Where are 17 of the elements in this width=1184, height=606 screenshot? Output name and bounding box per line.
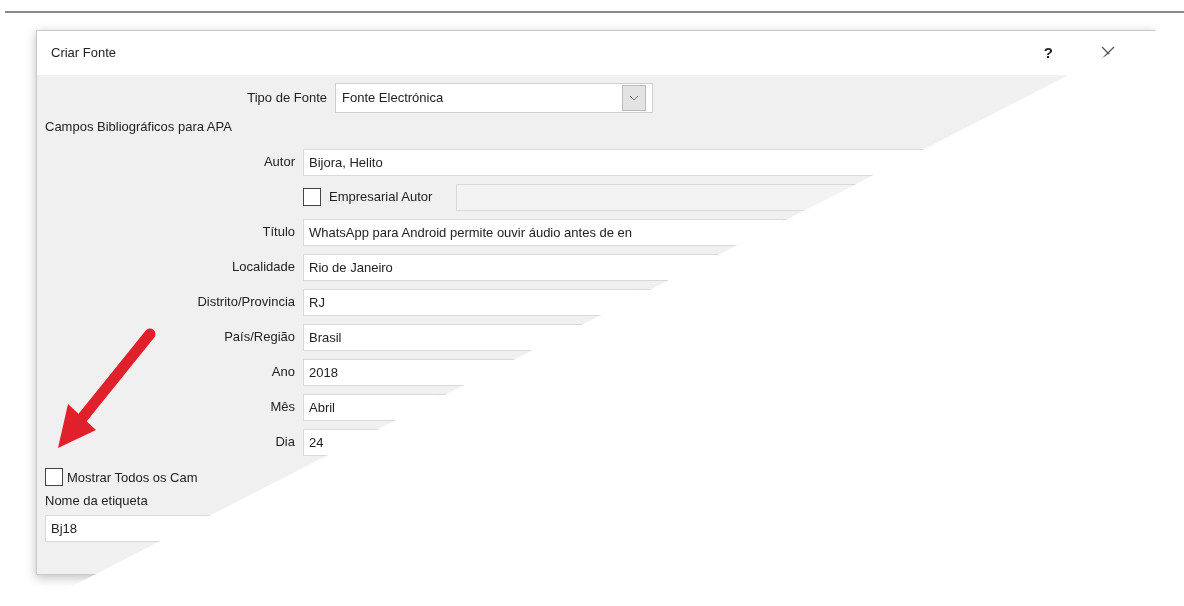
window-title: Criar Fonte bbox=[51, 44, 118, 63]
field-label: Distrito/Provincia bbox=[196, 293, 295, 312]
field-label: Ano bbox=[270, 363, 295, 382]
field-label: Tipo de Fonte bbox=[246, 89, 327, 108]
field-label: Dia bbox=[274, 433, 295, 452]
checkbox-label: Empresarial Autor bbox=[329, 188, 433, 207]
field-label: País/Região bbox=[223, 328, 295, 347]
field-label: Título bbox=[261, 223, 295, 242]
field-label: Localidade bbox=[231, 258, 295, 277]
group-label: Campos Bibliográficos para APA bbox=[45, 118, 233, 136]
help-button[interactable]: ? bbox=[1043, 41, 1053, 65]
field-label: Mês bbox=[269, 398, 295, 417]
source-type-dropdown[interactable]: Fonte Electrónica bbox=[335, 83, 653, 113]
field-label: Autor bbox=[262, 153, 295, 172]
checkbox-label: Mostrar Todos os Cam bbox=[67, 468, 198, 487]
field-label: Nome da etiqueta bbox=[45, 492, 149, 510]
dropdown-value: Fonte Electrónica bbox=[342, 89, 444, 108]
